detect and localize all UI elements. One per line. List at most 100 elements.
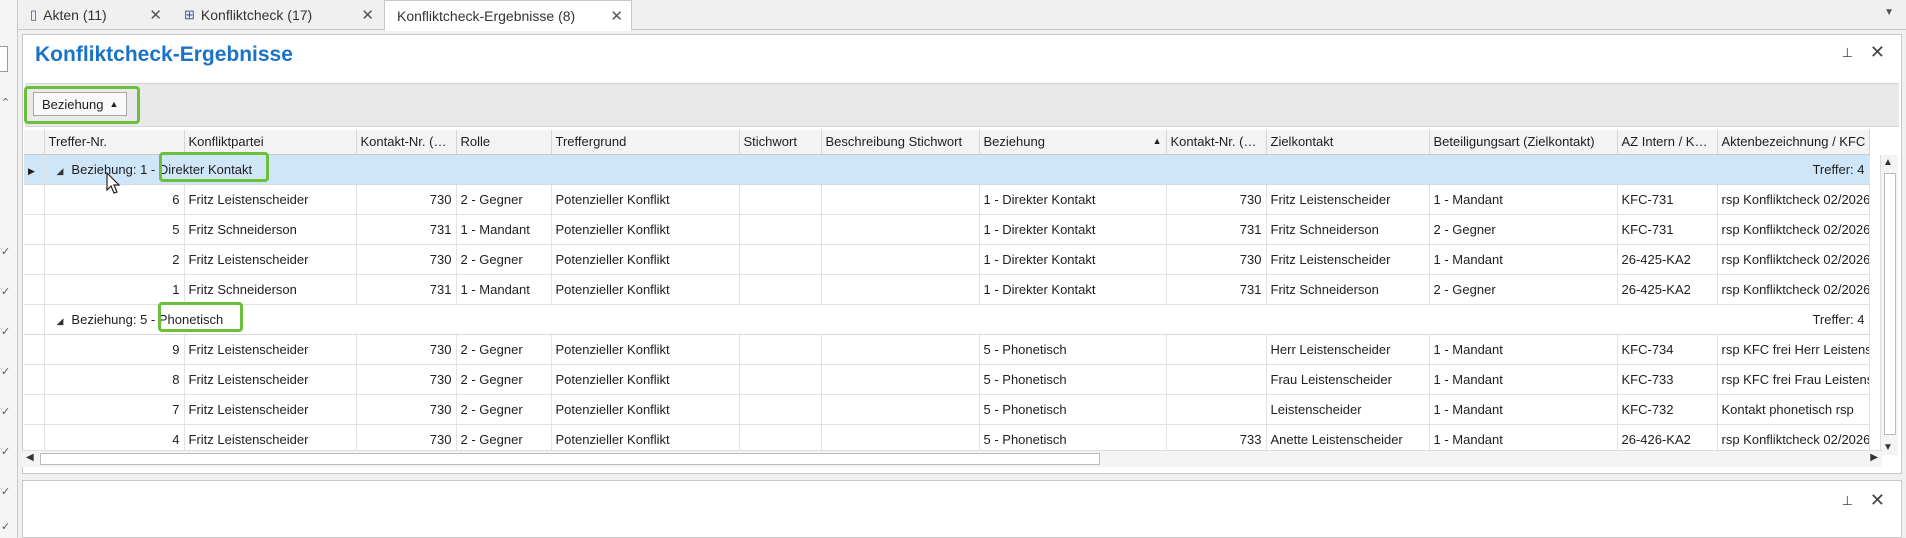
table-cell[interactable]: Anette Leistenscheider: [1266, 424, 1430, 450]
row-indicator[interactable]: [24, 334, 45, 365]
table-cell[interactable]: 4: [44, 424, 185, 450]
table-cell[interactable]: [739, 274, 822, 305]
table-cell[interactable]: KFC-733: [1617, 364, 1718, 395]
table-cell[interactable]: 2: [44, 244, 185, 275]
table-cell[interactable]: 730: [356, 334, 457, 365]
table-cell[interactable]: 5 - Phonetisch: [979, 394, 1167, 425]
column-header[interactable]: Treffergrund: [551, 130, 740, 155]
table-cell[interactable]: 2 - Gegner: [456, 334, 552, 365]
table-cell[interactable]: rsp Konfliktcheck 02/2026: [1717, 274, 1870, 305]
table-row[interactable]: 2 Fritz Leistenscheider 730 2 - Gegner Poten…: [24, 244, 1870, 275]
table-cell[interactable]: 2 - Gegner: [456, 364, 552, 395]
row-indicator[interactable]: [24, 214, 45, 245]
close-icon[interactable]: ✕: [1870, 42, 1885, 63]
table-cell[interactable]: [739, 394, 822, 425]
row-indicator[interactable]: [24, 274, 45, 305]
table-cell[interactable]: 7: [44, 394, 185, 425]
table-cell[interactable]: Fritz Leistenscheider: [1266, 244, 1430, 275]
column-header-beziehung[interactable]: Beziehung ▲: [979, 130, 1167, 155]
row-indicator[interactable]: [24, 304, 45, 335]
column-header[interactable]: Beteiligungsart (Zielkontakt): [1429, 130, 1618, 155]
table-cell[interactable]: 730: [356, 394, 457, 425]
tab-konfliktcheck-ergebnisse[interactable]: Konfliktcheck-Ergebnisse (8) ✕: [384, 0, 632, 31]
table-cell[interactable]: 1 - Direkter Kontakt: [979, 244, 1167, 275]
table-cell[interactable]: 1: [44, 274, 185, 305]
table-cell[interactable]: 2 - Gegner: [456, 424, 552, 450]
table-cell[interactable]: Potenzieller Konflikt: [551, 274, 740, 305]
table-row[interactable]: 5 Fritz Schneiderson 731 1 - Mandant Potenzi…: [24, 214, 1870, 245]
scroll-left-icon[interactable]: ◀: [26, 452, 34, 463]
table-cell[interactable]: 26-425-KA2: [1617, 244, 1718, 275]
table-cell[interactable]: Frau Leistenscheider: [1266, 364, 1430, 395]
table-cell[interactable]: Fritz Leistenscheider: [184, 424, 357, 450]
table-cell[interactable]: 26-425-KA2: [1617, 274, 1718, 305]
table-cell[interactable]: 730: [356, 424, 457, 450]
close-icon[interactable]: ✕: [610, 7, 623, 25]
table-cell[interactable]: 1 - Mandant: [1429, 244, 1618, 275]
table-cell[interactable]: [821, 334, 980, 365]
table-cell[interactable]: 1 - Mandant: [1429, 334, 1618, 365]
table-cell[interactable]: 1 - Direkter Kontakt: [979, 274, 1167, 305]
table-cell[interactable]: 5 - Phonetisch: [979, 334, 1167, 365]
table-cell[interactable]: Fritz Schneiderson: [1266, 274, 1430, 305]
table-cell[interactable]: KFC-731: [1617, 184, 1718, 215]
row-indicator[interactable]: [24, 424, 45, 450]
table-cell[interactable]: [739, 424, 822, 450]
table-cell[interactable]: [1166, 364, 1267, 395]
table-cell[interactable]: 731: [356, 214, 457, 245]
scroll-right-icon[interactable]: ▶: [1870, 452, 1878, 463]
column-header[interactable]: Zielkontakt: [1266, 130, 1430, 155]
pin-icon[interactable]: ⊥: [1842, 493, 1853, 509]
table-cell[interactable]: 2 - Gegner: [456, 244, 552, 275]
chevron-down-icon[interactable]: ▼: [1884, 7, 1894, 18]
table-cell[interactable]: [1166, 334, 1267, 365]
tab-akten[interactable]: ▯ Akten (11) ✕: [18, 0, 170, 30]
table-cell[interactable]: 730: [1166, 184, 1267, 215]
column-header[interactable]: Beschreibung Stichwort: [821, 130, 980, 155]
table-cell[interactable]: Potenzieller Konflikt: [551, 214, 740, 245]
table-cell[interactable]: Fritz Schneiderson: [1266, 214, 1430, 245]
collapse-icon[interactable]: ◢: [57, 316, 64, 326]
row-indicator[interactable]: [24, 184, 45, 215]
table-cell[interactable]: [1166, 394, 1267, 425]
scroll-down-icon[interactable]: ▼: [1883, 442, 1893, 453]
scroll-up-icon[interactable]: ▲: [1883, 157, 1893, 168]
table-cell[interactable]: Leistenscheider: [1266, 394, 1430, 425]
table-cell[interactable]: [821, 184, 980, 215]
column-header[interactable]: Kontakt-Nr. (…: [356, 130, 457, 155]
table-cell[interactable]: 5 - Phonetisch: [979, 364, 1167, 395]
table-cell[interactable]: 1 - Mandant: [456, 214, 552, 245]
table-cell[interactable]: Fritz Schneiderson: [184, 214, 357, 245]
column-header[interactable]: Konfliktpartei: [184, 130, 357, 155]
table-cell[interactable]: 2 - Gegner: [1429, 274, 1618, 305]
group-row[interactable]: ▶ ◢ Beziehung: 1 - Direkter Kontakt Treffer…: [24, 154, 1870, 185]
table-cell[interactable]: [739, 244, 822, 275]
column-header[interactable]: AZ Intern / K…: [1617, 130, 1718, 155]
column-header[interactable]: Rolle: [456, 130, 552, 155]
table-cell[interactable]: [821, 214, 980, 245]
column-header[interactable]: Aktenbezeichnung / KFC: [1717, 130, 1870, 155]
table-cell[interactable]: Potenzieller Konflikt: [551, 334, 740, 365]
tab-konfliktcheck[interactable]: ⊞ Konfliktcheck (17) ✕: [172, 0, 382, 30]
table-cell[interactable]: [821, 364, 980, 395]
table-row[interactable]: 9 Fritz Leistenscheider 730 2 - Gegner Poten…: [24, 334, 1870, 365]
table-row[interactable]: 7 Fritz Leistenscheider 730 2 - Gegner Poten…: [24, 394, 1870, 425]
table-row[interactable]: 6 Fritz Leistenscheider 730 2 - Gegner Poten…: [24, 184, 1870, 215]
table-cell[interactable]: Potenzieller Konflikt: [551, 424, 740, 450]
table-cell[interactable]: 1 - Direkter Kontakt: [979, 214, 1167, 245]
table-cell[interactable]: 730: [356, 364, 457, 395]
table-cell[interactable]: [821, 244, 980, 275]
table-cell[interactable]: Fritz Leistenscheider: [184, 394, 357, 425]
chevron-up-icon[interactable]: ⌃: [1, 96, 10, 109]
table-cell[interactable]: 2 - Gegner: [456, 394, 552, 425]
table-cell[interactable]: Potenzieller Konflikt: [551, 364, 740, 395]
table-cell[interactable]: Fritz Leistenscheider: [184, 364, 357, 395]
table-cell[interactable]: [739, 364, 822, 395]
table-cell[interactable]: KFC-731: [1617, 214, 1718, 245]
table-cell[interactable]: rsp Konfliktcheck 02/2026: [1717, 244, 1870, 275]
table-cell[interactable]: Kontakt phonetisch rsp: [1717, 394, 1870, 425]
column-header[interactable]: Kontakt-Nr. (…: [1166, 130, 1267, 155]
table-cell[interactable]: 731: [1166, 214, 1267, 245]
table-cell[interactable]: Potenzieller Konflikt: [551, 394, 740, 425]
table-row[interactable]: 4 Fritz Leistenscheider 730 2 - Gegner Poten…: [24, 424, 1870, 450]
